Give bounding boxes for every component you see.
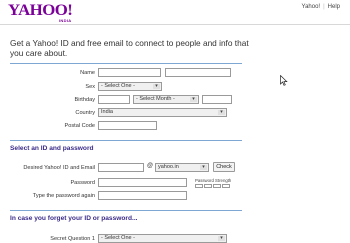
chevron-down-icon: ▾ <box>218 236 225 241</box>
yahoo-link[interactable]: Yahoo! <box>302 4 321 10</box>
signup-page: YAHOO! INDIA Yahoo! | Help Get a Yahoo! ID… <box>0 0 350 243</box>
strength-segment <box>204 184 212 188</box>
retype-password-label: Type the password again <box>32 193 95 199</box>
strength-segment <box>213 184 221 188</box>
secret-question-select[interactable]: - Select One - ▾ <box>98 234 227 243</box>
password-label: Password <box>70 180 95 186</box>
desired-id-label: Desired Yahoo! ID and Email <box>23 165 95 171</box>
retype-password-input[interactable] <box>98 191 187 200</box>
password-strength-label: Password Strength <box>195 178 232 183</box>
top-links: Yahoo! | Help <box>302 4 340 10</box>
desired-id-input[interactable] <box>98 163 144 172</box>
logo-region: INDIA <box>59 18 72 23</box>
postal-code-input[interactable] <box>98 121 157 130</box>
birth-day-input[interactable] <box>98 95 130 104</box>
check-button[interactable]: Check <box>213 162 235 172</box>
sex-label: Sex <box>85 84 95 90</box>
birth-month-select[interactable]: - Select Month - ▾ <box>133 95 199 104</box>
link-separator: | <box>323 4 325 10</box>
secret-question-label: Secret Question 1 <box>50 236 95 242</box>
secret-question-value: - Select One - <box>101 235 135 241</box>
help-link[interactable]: Help <box>328 4 340 10</box>
divider <box>10 210 242 211</box>
country-select[interactable]: India ▾ <box>98 108 227 117</box>
domain-value: yahoo.in <box>158 164 179 170</box>
birthday-label: Birthday <box>74 97 95 103</box>
at-symbol: @ <box>147 163 154 169</box>
page-header: YAHOO! INDIA Yahoo! | Help <box>0 0 350 25</box>
intro-text: Get a Yahoo! ID and free email to connec… <box>10 38 249 58</box>
country-value: India <box>101 109 113 115</box>
divider <box>10 140 242 141</box>
section-title-id: Select an ID and password <box>10 145 94 152</box>
password-input[interactable] <box>98 178 187 187</box>
birth-year-input[interactable] <box>202 95 232 104</box>
last-name-input[interactable] <box>165 68 231 77</box>
chevron-down-icon: ▾ <box>153 84 160 89</box>
section-title-forgot: In case you forget your ID or password..… <box>10 215 138 222</box>
strength-segment <box>195 184 203 188</box>
chevron-down-icon: ▾ <box>200 165 207 170</box>
name-label: Name <box>80 70 95 76</box>
domain-select[interactable]: yahoo.in ▾ <box>155 163 209 172</box>
divider <box>10 63 242 64</box>
chevron-down-icon: ▾ <box>218 110 225 115</box>
mouse-cursor-icon <box>280 75 288 86</box>
first-name-input[interactable] <box>98 68 161 77</box>
chevron-down-icon: ▾ <box>190 97 197 102</box>
birth-month-value: - Select Month - <box>136 96 175 102</box>
sex-select[interactable]: - Select One - ▾ <box>98 82 162 91</box>
postal-code-label: Postal Code <box>64 123 95 129</box>
strength-segment <box>222 184 230 188</box>
sex-value: - Select One - <box>101 83 135 89</box>
country-label: Country <box>75 110 95 116</box>
